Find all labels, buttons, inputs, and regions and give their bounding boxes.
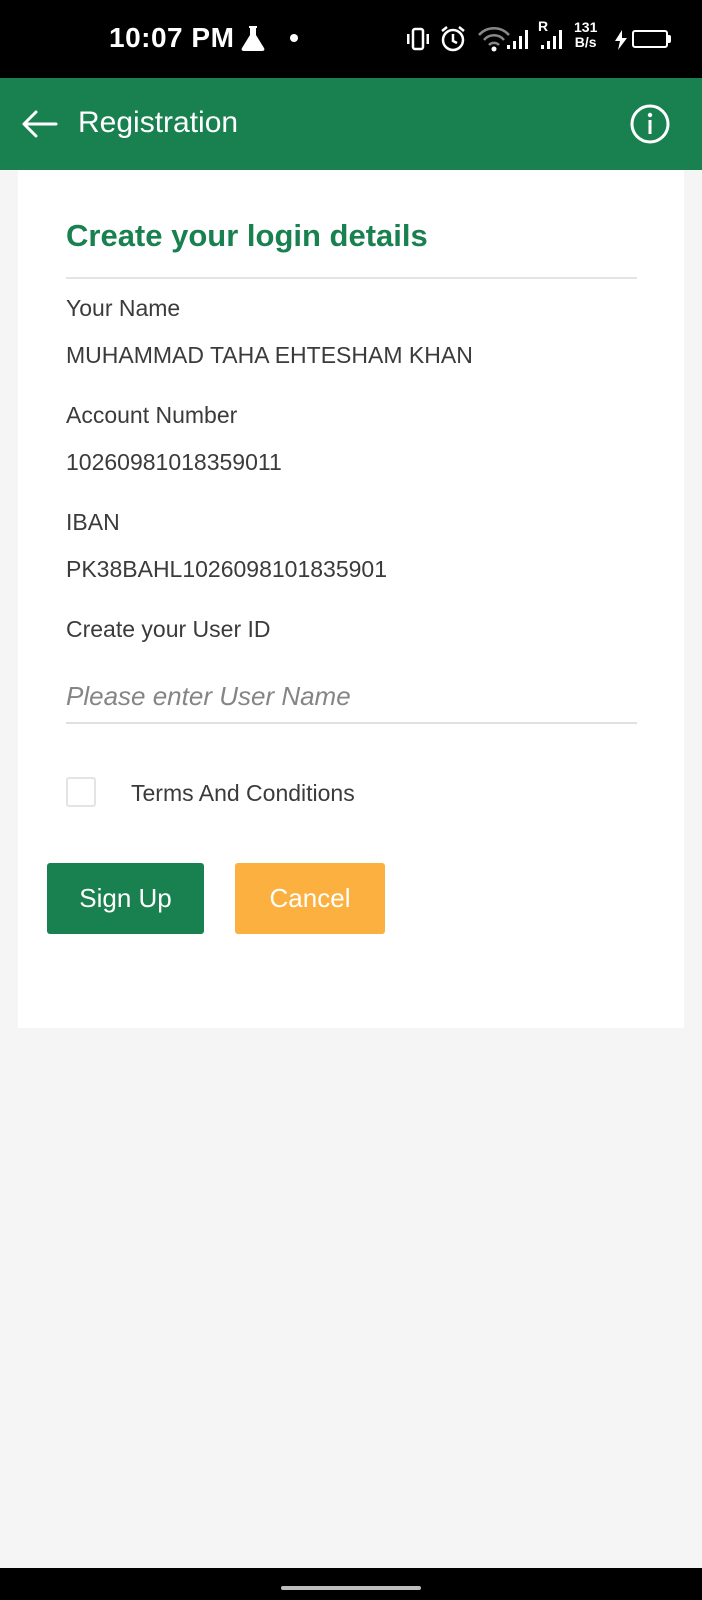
info-icon[interactable] [628, 102, 672, 146]
net-speed-value: 131 [574, 19, 598, 35]
account-number-label: Account Number [66, 402, 238, 428]
iban-label: IBAN [66, 509, 120, 535]
user-id-input[interactable] [66, 670, 637, 724]
form-heading: Create your login details [66, 218, 428, 253]
battery-level: 74 [642, 31, 658, 47]
app-bar: Registration [0, 78, 702, 170]
page-title: Registration [78, 106, 239, 139]
flask-icon [240, 24, 266, 57]
signal-icon [506, 28, 532, 55]
account-number-value: 10260981018359011 [66, 449, 282, 475]
terms-checkbox[interactable] [66, 777, 96, 807]
user-id-label: Create your User ID [66, 616, 271, 642]
sign-up-button[interactable]: Sign Up [47, 863, 204, 934]
status-time: 10:07 PM [109, 22, 235, 53]
notification-dot [290, 34, 298, 42]
home-indicator[interactable] [281, 1586, 421, 1590]
terms-label[interactable]: Terms And Conditions [131, 780, 355, 807]
vibrate-icon [405, 26, 431, 57]
divider [66, 277, 637, 279]
battery-nub [668, 35, 671, 43]
arrow-left-icon[interactable] [18, 102, 62, 146]
net-speed-unit: B/s [574, 34, 597, 50]
form-card: Create your login details Your Name MUHA… [18, 170, 684, 1028]
status-bar: 10:07 PM R 131 B/s 74 [0, 0, 702, 78]
nav-bar [0, 1568, 702, 1600]
alarm-icon [439, 25, 467, 58]
net-speed: 131 B/s [574, 20, 597, 50]
signal-icon [540, 28, 566, 55]
charging-icon [614, 30, 628, 55]
iban-value: PK38BAHL1026098101835901 [66, 556, 388, 582]
cancel-button[interactable]: Cancel [235, 863, 385, 934]
name-label: Your Name [66, 295, 181, 321]
name-value: MUHAMMAD TAHA EHTESHAM KHAN [66, 342, 473, 368]
